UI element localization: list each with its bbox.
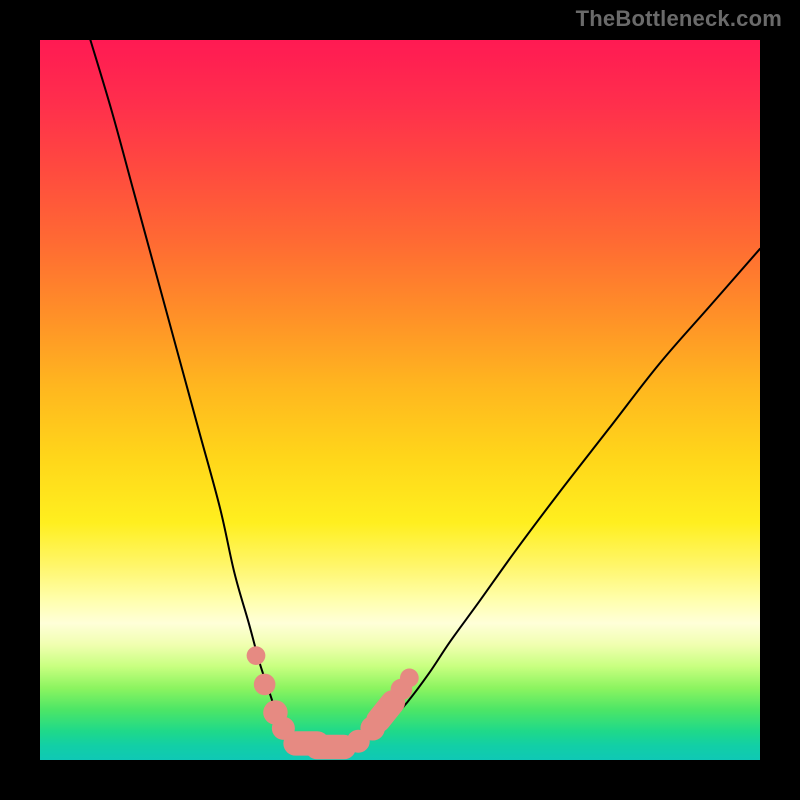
curve-left-curve <box>90 40 306 745</box>
marker-dot <box>247 646 266 665</box>
chart-frame: TheBottleneck.com <box>0 0 800 800</box>
chart-plot-area <box>40 40 760 760</box>
marker-pill <box>378 702 392 720</box>
marker-dot <box>400 669 419 688</box>
curve-layer <box>90 40 760 748</box>
watermark-text: TheBottleneck.com <box>576 6 782 32</box>
marker-dot <box>254 674 276 696</box>
chart-svg <box>40 40 760 760</box>
